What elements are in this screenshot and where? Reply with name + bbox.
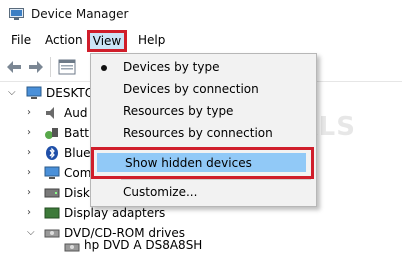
disk-icon xyxy=(44,188,60,198)
computer-icon xyxy=(44,166,60,179)
tree-item-label: Aud xyxy=(64,106,88,120)
tree-item[interactable]: › Display adapters xyxy=(0,204,200,224)
tree-item-label: Com xyxy=(64,166,92,180)
menu-item-devices-by-type[interactable]: Devices by type xyxy=(91,57,316,79)
toolbar-divider xyxy=(50,57,51,77)
menu-separator xyxy=(121,179,311,180)
menu-view[interactable]: View xyxy=(87,30,127,52)
tree-item[interactable]: › Disk xyxy=(0,184,95,204)
tree-item[interactable]: › Batt xyxy=(0,124,95,144)
computer-icon xyxy=(26,86,42,99)
display-icon xyxy=(44,207,60,219)
tree-item-label: hp DVD A DS8A8SH xyxy=(84,238,203,252)
menu-file[interactable]: File xyxy=(9,33,33,47)
view-menu: Devices by type Devices by connection Re… xyxy=(90,53,317,207)
tree-item-label: Blue xyxy=(64,146,91,160)
tree-item[interactable]: › Blue xyxy=(0,144,95,164)
tree-item[interactable]: › Com xyxy=(0,164,95,184)
tree-item[interactable]: › Aud xyxy=(0,104,95,124)
menu-item-devices-by-connection[interactable]: Devices by connection xyxy=(91,79,316,101)
menu-action[interactable]: Action xyxy=(43,33,85,47)
menu-item-customize[interactable]: Customize... xyxy=(91,182,316,204)
radio-bullet-icon xyxy=(101,65,107,71)
expand-icon[interactable]: › xyxy=(27,147,31,158)
collapse-icon[interactable]: ⌵ xyxy=(8,87,16,98)
tree-item-label: Disk xyxy=(64,186,90,200)
menu-item-resources-by-type[interactable]: Resources by type xyxy=(91,101,316,123)
expand-icon[interactable]: › xyxy=(27,107,31,118)
back-arrow-icon[interactable] xyxy=(5,59,23,75)
menu-item-show-hidden-devices[interactable]: Show hidden devices xyxy=(91,147,314,179)
dvd-icon xyxy=(64,243,80,252)
collapse-icon[interactable]: ⌵ xyxy=(27,227,35,238)
device-manager-icon xyxy=(9,8,24,20)
bluetooth-icon xyxy=(46,146,58,160)
audio-icon xyxy=(46,107,54,119)
expand-icon[interactable]: › xyxy=(27,127,31,138)
menu-item-resources-by-connection[interactable]: Resources by connection xyxy=(91,123,316,145)
title-bar: Device Manager xyxy=(0,0,402,30)
menu-help[interactable]: Help xyxy=(136,33,167,47)
tree-item-label: Batt xyxy=(64,126,89,140)
expand-icon[interactable]: › xyxy=(27,187,31,198)
tree-root-label: DESKTO xyxy=(46,86,95,100)
expand-icon[interactable]: › xyxy=(27,167,31,178)
battery-icon xyxy=(45,128,58,139)
window-title: Device Manager xyxy=(31,7,129,21)
dvd-icon xyxy=(44,229,60,238)
menu-item-label: Show hidden devices xyxy=(125,156,252,170)
expand-icon[interactable]: › xyxy=(27,207,31,218)
tree-item-label: Display adapters xyxy=(64,206,166,220)
properties-icon[interactable] xyxy=(58,59,76,75)
menu-bar: File Action Help xyxy=(0,30,402,52)
forward-arrow-icon[interactable] xyxy=(27,59,45,75)
